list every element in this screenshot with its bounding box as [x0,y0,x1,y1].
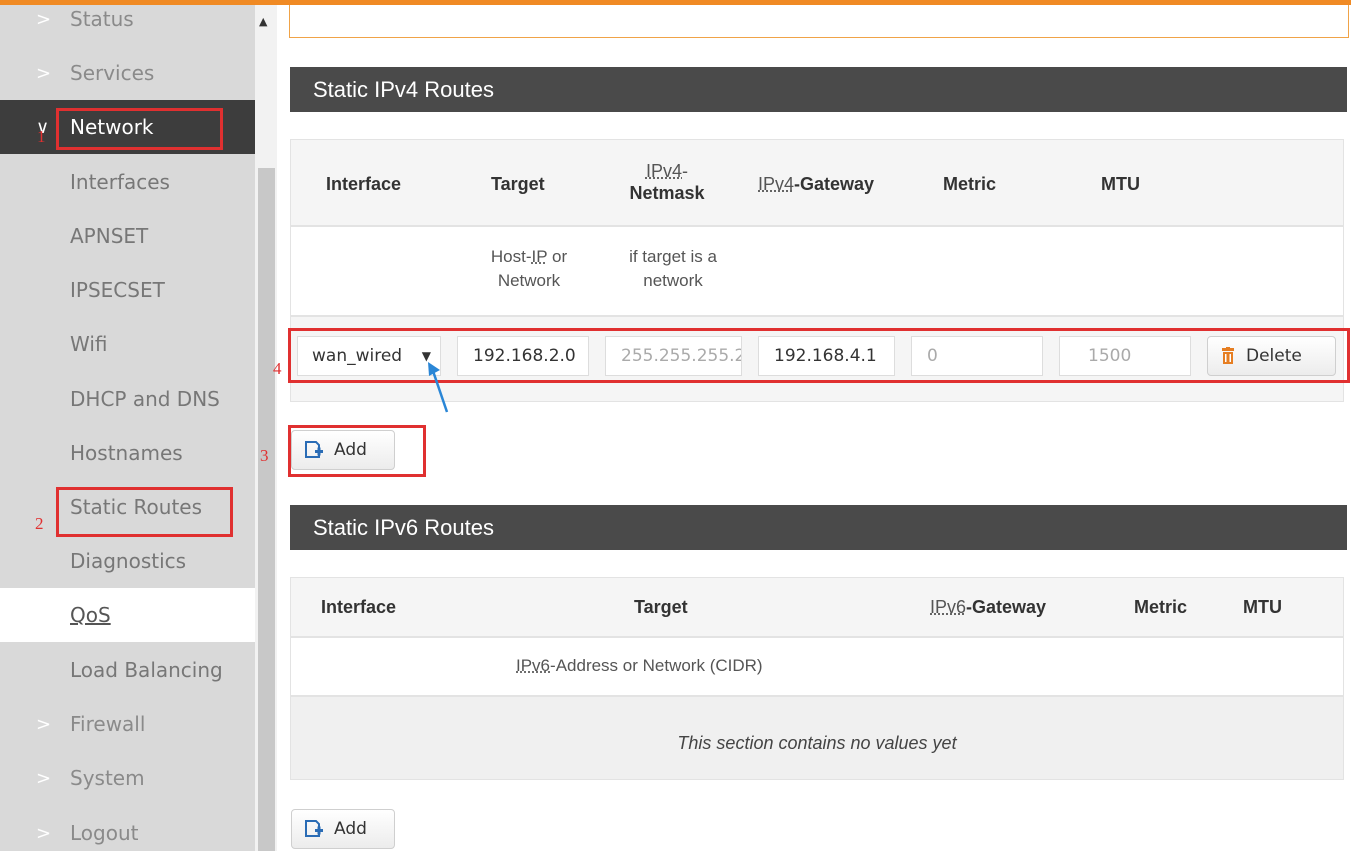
nav-label: Load Balancing [70,658,223,682]
chevron-right-icon: > [36,8,52,30]
ipv4-header-netmask: IPv4- Netmask [615,160,719,204]
nav-label: Logout [70,821,139,845]
chevron-right-icon: > [36,62,52,84]
nav-firewall[interactable]: > Firewall [0,697,255,751]
add-label: Add [334,819,367,839]
scrollbar-thumb[interactable] [258,168,275,851]
sidebar-item-diagnostics[interactable]: Diagnostics [0,534,255,588]
ipv6-header-metric: Metric [1134,597,1188,617]
nav-label: Diagnostics [70,549,187,573]
sidebar-item-wifi[interactable]: Wifi [0,317,255,371]
chevron-right-icon: > [36,713,52,735]
scroll-up-icon[interactable]: ▲ [259,15,267,28]
ipv6-header-mtu: MTU [1243,597,1282,617]
ipv6-header-target: Target [634,597,688,617]
nav-label: Firewall [70,712,146,736]
nav-label: APNSET [70,224,149,248]
nav-label: QoS [70,603,111,627]
nav-logout[interactable]: > Logout [0,806,255,851]
desc-text: Network [497,271,561,290]
top-notice-box [289,0,1349,38]
ipv6-description-row [290,637,1344,696]
sidebar-item-hostnames[interactable]: Hostnames [0,426,255,480]
ipv6-abbr: IPv6 [516,656,551,675]
ipv4-header-mtu: MTU [1101,174,1140,194]
ipv4-section-title: Static IPv4 Routes [290,67,1347,112]
top-accent-line [0,0,1351,5]
annotation-arrow-icon [428,362,449,413]
ipv4-header-interface: Interface [326,174,402,194]
gateway-text: -Gateway [966,597,1047,617]
desc-text: -Address or Network (CIDR) [550,656,763,675]
ipv6-header-interface: Interface [321,597,397,617]
desc-text: or [547,247,568,266]
ipv6-empty-message: This section contains no values yet [290,696,1344,780]
nav-status[interactable]: > Status [0,0,255,46]
nav-label: DHCP and DNS [70,387,220,411]
gateway-text: -Gateway [794,174,875,194]
annotation-marker-3: 3 [260,446,269,465]
annotation-box-add [288,425,426,477]
nav-services[interactable]: > Services [0,46,255,100]
ipv6-section-title: Static IPv6 Routes [290,505,1347,550]
ipv4-abbr: IPv4 [758,174,795,194]
ipv4-target-description: Host-IP or Network [474,245,584,293]
ipv4-abbr: IPv4 [645,161,683,181]
annotation-box-network [56,108,223,150]
sidebar-item-load-balancing[interactable]: Load Balancing [0,643,255,697]
sidebar-item-dhcp-dns[interactable]: DHCP and DNS [0,372,255,426]
nav-label: Wifi [70,332,108,356]
chevron-right-icon: > [36,822,52,844]
sidebar-item-qos[interactable]: QoS [0,588,255,642]
netmask-text: Netmask [629,183,705,203]
ipv4-header-target: Target [491,174,545,194]
annotation-box-static-routes [56,487,233,537]
annotation-marker-1: 1 [37,127,46,146]
annotation-marker-4: 4 [273,359,282,378]
ipv4-header-metric: Metric [943,174,997,194]
sidebar-item-interfaces[interactable]: Interfaces [0,155,255,209]
ipv6-abbr: IPv6 [930,597,967,617]
add-ipv6-route-button[interactable]: Add [291,809,395,849]
ipv4-header-gateway: IPv4-Gateway [758,173,874,195]
nav-system[interactable]: > System [0,751,255,805]
nav-label: Services [70,61,155,85]
nav-label: System [70,766,145,790]
nav-label: IPSECSET [70,278,165,302]
annotation-marker-2: 2 [35,514,44,533]
chevron-right-icon: > [36,767,52,789]
ipv6-header-gateway: IPv6-Gateway [930,596,1046,618]
nav-label: Status [70,7,134,31]
ip-abbr: IP [531,247,548,266]
desc-text: if target is a [629,247,717,266]
nav-label: Interfaces [70,170,170,194]
ipv6-target-description: IPv6-Address or Network (CIDR) [516,654,763,678]
ipv4-netmask-description: if target is a network [608,245,738,293]
desc-text: network [643,271,703,290]
desc-text: Host- [490,247,532,266]
ipv4-description-row [290,226,1344,316]
dash: - [682,161,689,181]
sidebar-item-ipsecset[interactable]: IPSECSET [0,263,255,317]
nav-label: Hostnames [70,441,183,465]
sidebar-item-apnset[interactable]: APNSET [0,209,255,263]
add-icon [304,820,324,838]
